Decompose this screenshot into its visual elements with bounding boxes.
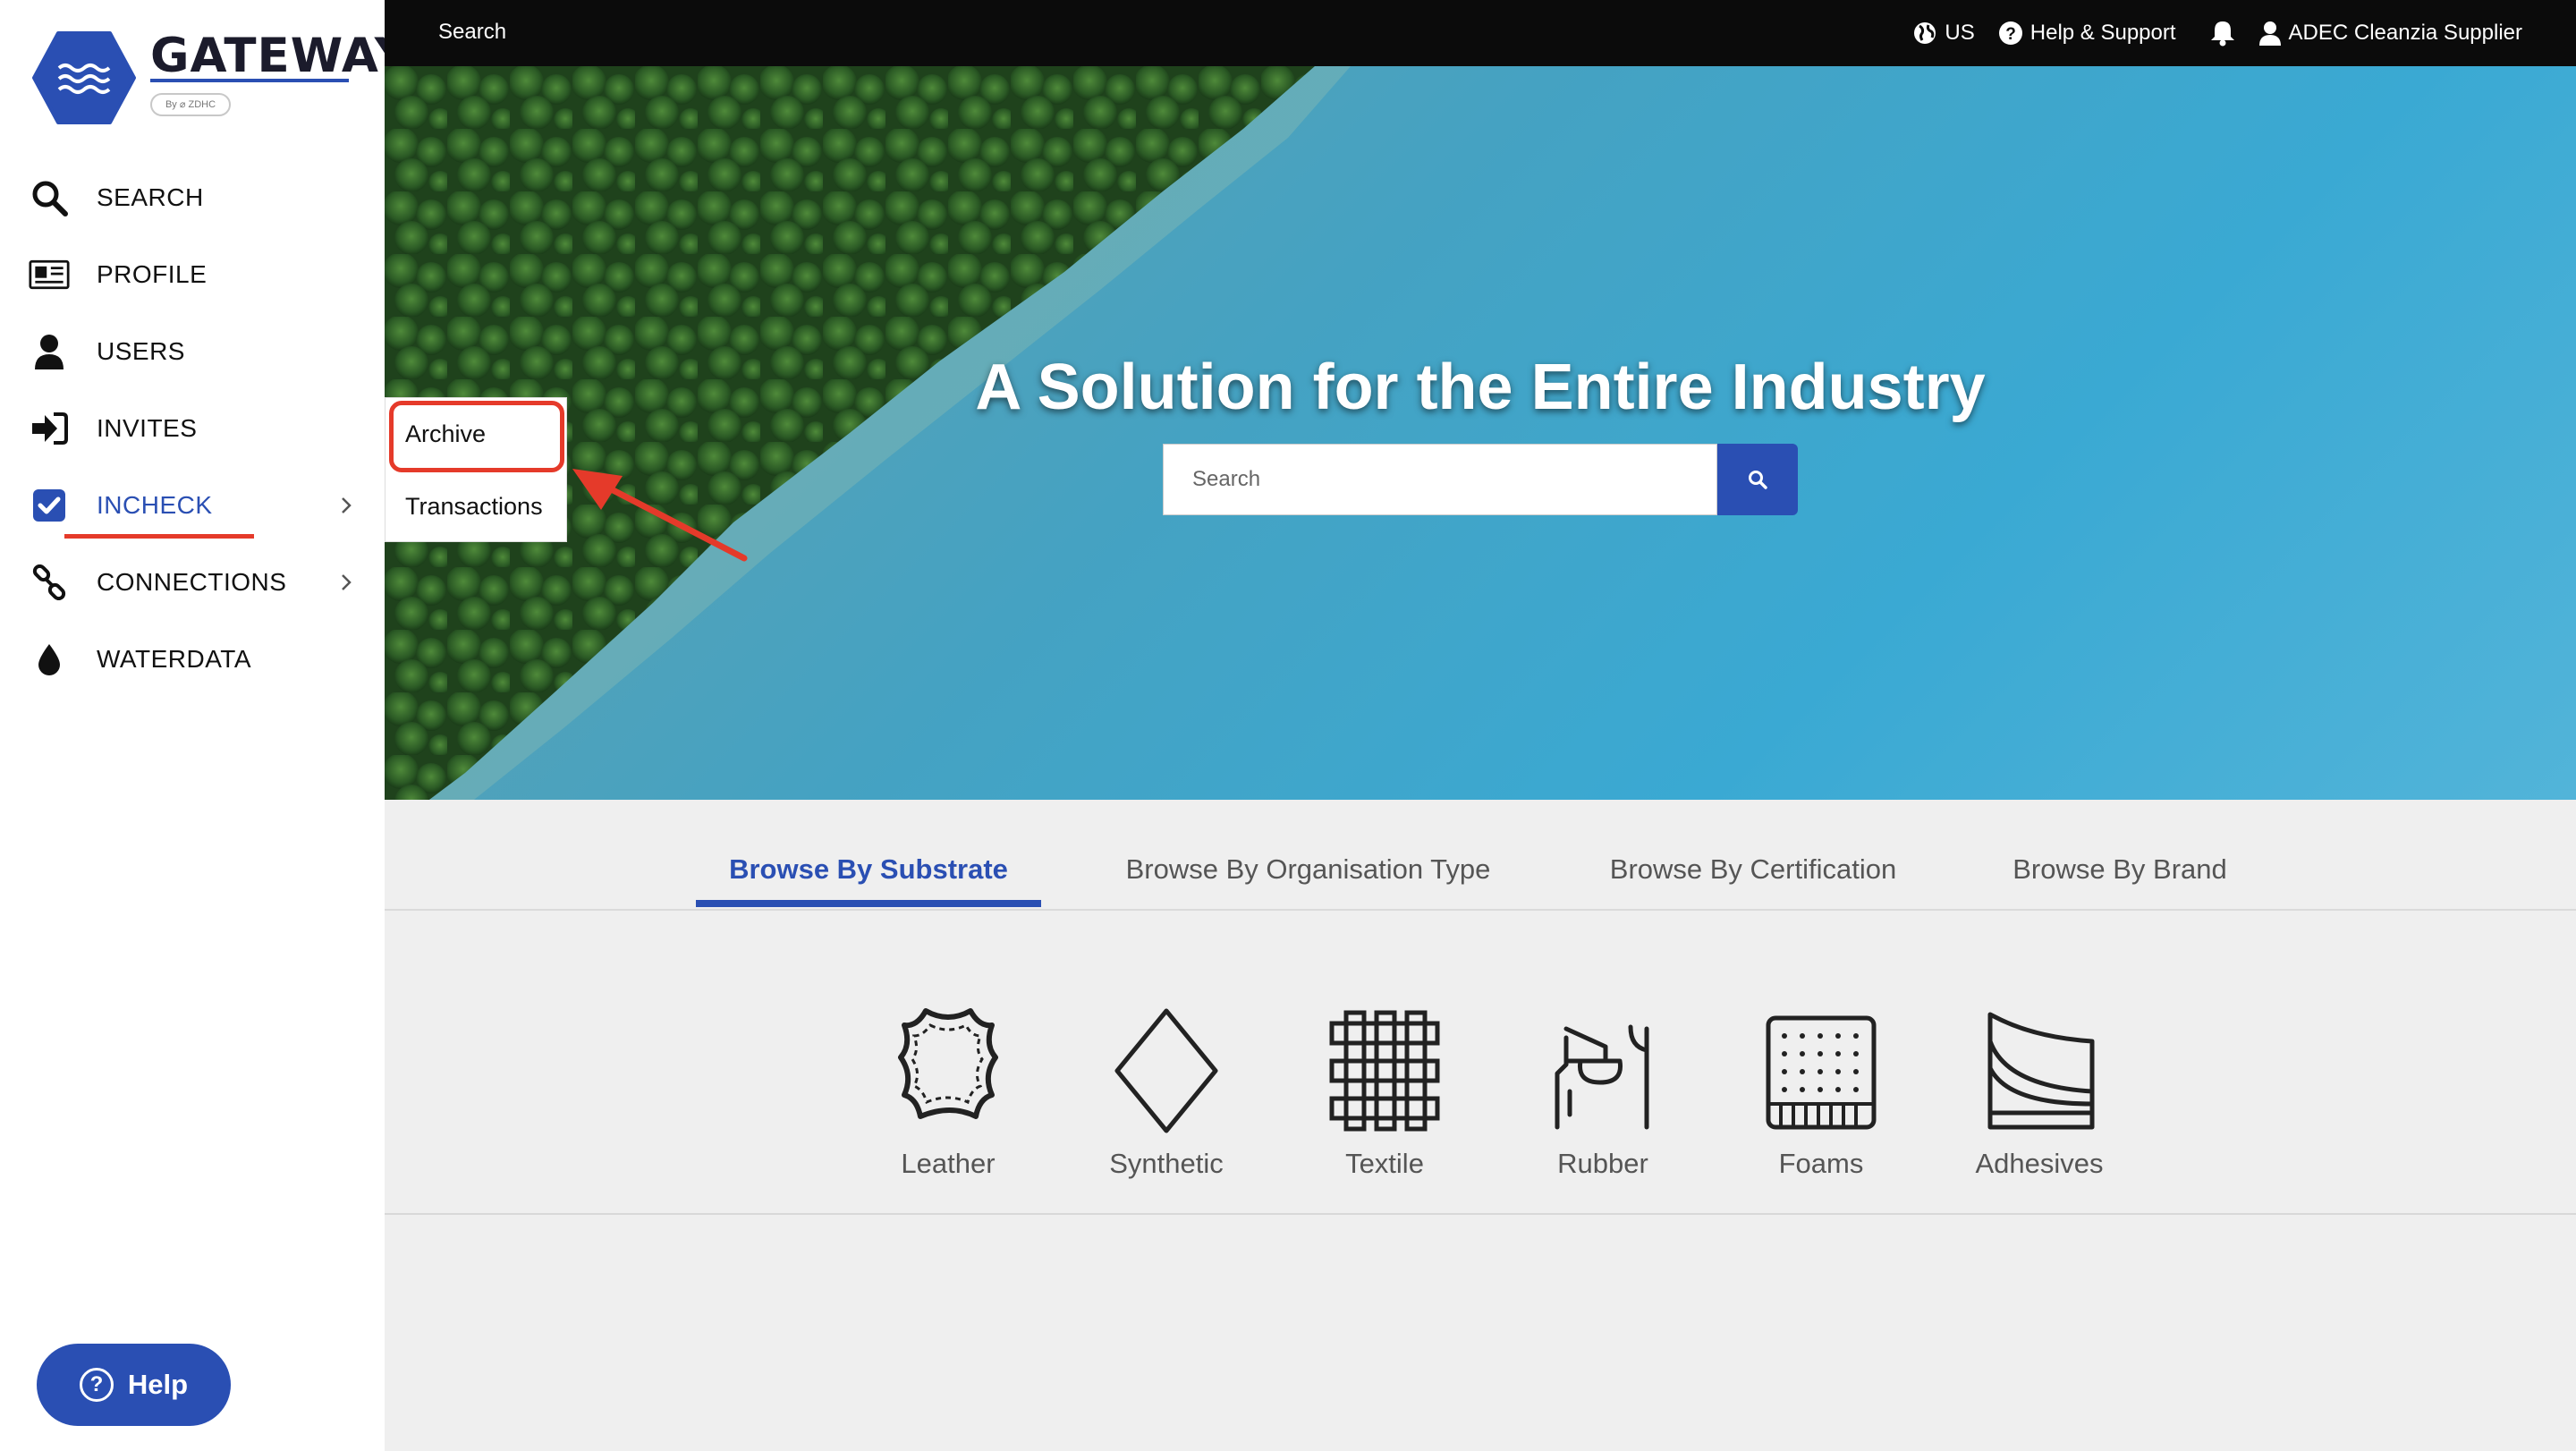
forest-aerial-image: [385, 66, 1351, 800]
logo-subtitle: By ⌀ ZDHC: [150, 93, 231, 116]
substrate-synthetic[interactable]: Synthetic: [1077, 1006, 1256, 1202]
submenu-item-transactions[interactable]: Transactions: [386, 471, 566, 543]
sidebar-item-users[interactable]: USERS: [0, 313, 385, 390]
hero-banner: A Solution for the Entire Industry: [385, 66, 2576, 800]
help-support-label: Help & Support: [2029, 21, 2176, 45]
annotation-arrow: [572, 469, 748, 562]
sidebar-item-label: INVITES: [97, 414, 198, 442]
user-menu[interactable]: ADEC Cleanzia Supplier: [2258, 21, 2522, 46]
diamond-icon: [1114, 1008, 1218, 1133]
user-name: ADEC Cleanzia Supplier: [2288, 21, 2522, 45]
sidebar-item-search[interactable]: SEARCH: [0, 159, 385, 236]
substrate-foams[interactable]: Foams: [1732, 1006, 1911, 1202]
substrate-label: Rubber: [1557, 1148, 1648, 1179]
sidebar-item-invites[interactable]: INVITES: [0, 390, 385, 467]
chevron-right-icon: [342, 497, 352, 513]
checkbox-checked-icon: [29, 485, 70, 526]
help-button-label: Help: [127, 1369, 189, 1400]
question-circle-icon: ?: [1998, 21, 2022, 45]
substrate-label: Foams: [1778, 1148, 1864, 1179]
active-indicator: [64, 534, 254, 539]
globe-icon: [1914, 22, 1936, 44]
question-circle-icon: ?: [79, 1368, 114, 1402]
gateway-hex-icon: [32, 31, 136, 124]
search-icon: [1749, 471, 1767, 489]
hero-title: A Solution for the Entire Industry: [975, 352, 1986, 423]
sidebar-item-waterdata[interactable]: WATERDATA: [0, 621, 385, 698]
substrate-label: Leather: [901, 1148, 996, 1179]
substrate-label: Adhesives: [1975, 1148, 2104, 1179]
user-icon: [2258, 21, 2281, 46]
sidebar-item-label: USERS: [97, 337, 185, 365]
hero-search-bar: [1163, 444, 1798, 515]
top-search-link[interactable]: Search: [438, 20, 506, 45]
chevron-right-icon: [342, 574, 352, 590]
rubber-tap-icon: [1555, 1024, 1649, 1130]
substrate-leather[interactable]: Leather: [859, 1006, 1038, 1202]
sign-in-icon: [29, 408, 70, 449]
tab-browse-by-organisation-type[interactable]: Browse By Organisation Type: [1100, 853, 1516, 911]
sidebar-item-label: CONNECTIONS: [97, 568, 287, 596]
substrate-adhesives[interactable]: Adhesives: [1950, 1006, 2129, 1202]
tab-browse-by-certification[interactable]: Browse By Certification: [1583, 853, 1923, 911]
sidebar-item-connections[interactable]: CONNECTIONS: [0, 544, 385, 621]
substrate-label: Textile: [1345, 1148, 1424, 1179]
logo-underline: [150, 79, 349, 82]
user-icon: [29, 331, 70, 372]
sidebar-item-label: PROFILE: [97, 260, 208, 288]
sidebar: GATEWAY By ⌀ ZDHC SEARCH PROFILE USERS I…: [0, 0, 409, 1451]
svg-text:?: ?: [2005, 25, 2016, 44]
search-icon: [29, 177, 70, 218]
hero-search-button[interactable]: [1717, 444, 1798, 515]
top-bar-right: US ? Help & Support ADEC Cleanzia Suppli…: [1912, 0, 2522, 66]
sidebar-item-incheck[interactable]: INCHECK: [0, 467, 385, 544]
foam-block-icon: [1766, 1015, 1877, 1130]
top-bar: Search US ? Help & Support ADEC Cleanzia…: [385, 0, 2576, 66]
notifications-button[interactable]: [2210, 20, 2235, 47]
region-selector[interactable]: US: [1912, 21, 1975, 46]
region-label: US: [1945, 21, 1975, 45]
help-support-link[interactable]: ? Help & Support: [1998, 21, 2176, 46]
browse-section: Browse By Substrate Browse By Organisati…: [385, 800, 2576, 1451]
sidebar-nav: SEARCH PROFILE USERS INVITES INCHECK CON…: [0, 159, 385, 698]
browse-divider: [385, 1213, 2576, 1215]
archive-highlight-box: [389, 401, 564, 472]
sidebar-item-profile[interactable]: PROFILE: [0, 236, 385, 313]
adhesive-icon: [1987, 1012, 2095, 1130]
substrate-textile[interactable]: Textile: [1295, 1006, 1474, 1202]
profile-card-icon: [29, 254, 70, 295]
water-drop-icon: [29, 639, 70, 680]
help-button[interactable]: ? Help: [37, 1344, 231, 1426]
incheck-submenu: Archive Transactions: [385, 397, 567, 542]
sidebar-item-label: WATERDATA: [97, 645, 252, 673]
substrate-rubber[interactable]: Rubber: [1513, 1006, 1692, 1202]
gateway-logo[interactable]: GATEWAY By ⌀ ZDHC: [32, 29, 409, 127]
substrate-grid: Leather Synthetic Textile Rubber Foams A…: [859, 1006, 2156, 1202]
substrate-label: Synthetic: [1109, 1148, 1224, 1179]
sidebar-item-label: SEARCH: [97, 183, 204, 211]
hero-search-input[interactable]: [1163, 444, 1717, 515]
bell-icon: [2210, 21, 2234, 47]
tab-browse-by-brand[interactable]: Browse By Brand: [1986, 853, 2254, 911]
woven-grid-icon: [1329, 1010, 1440, 1132]
active-tab-underline: [696, 900, 1041, 907]
link-icon: [29, 562, 70, 603]
leather-hide-icon: [898, 1008, 998, 1119]
logo-title: GATEWAY: [150, 29, 411, 83]
sidebar-item-label: INCHECK: [97, 491, 213, 519]
